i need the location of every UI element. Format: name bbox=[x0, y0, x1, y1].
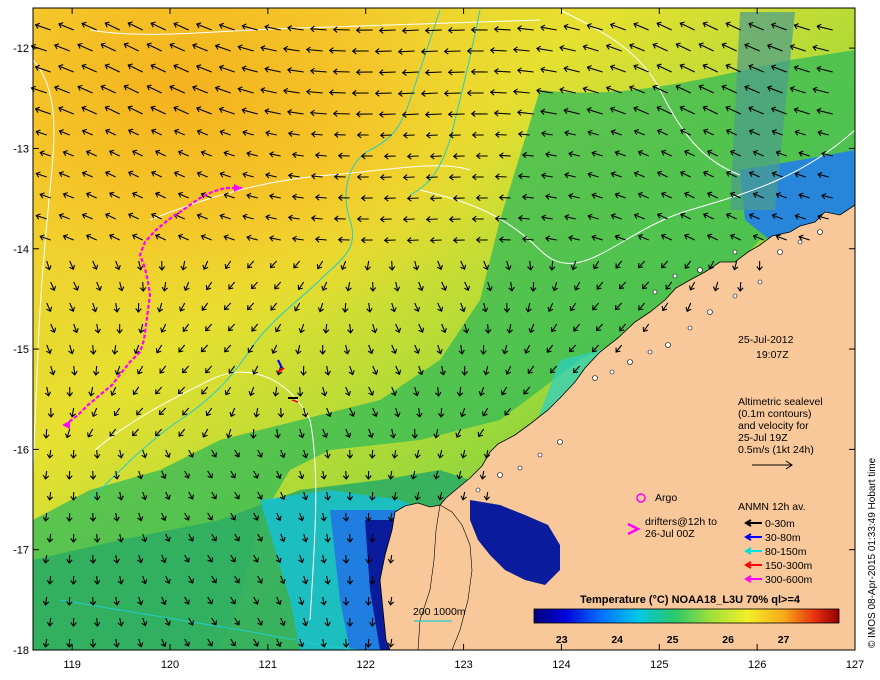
colorbar-title: Temperature (°C) NOAA18_L3U 70% ql>=4 bbox=[580, 594, 801, 606]
x-tick-label: 125 bbox=[650, 659, 668, 671]
y-tick-label: -18 bbox=[13, 645, 29, 657]
altimetry-line-4: 25-Jul 19Z bbox=[738, 432, 788, 444]
anmn-legend-label: 30-80m bbox=[765, 532, 801, 544]
y-tick-label: -14 bbox=[13, 244, 29, 256]
date-label: 25-Jul-2012 bbox=[738, 334, 794, 346]
anmn-legend-title: ANMN 12h av. bbox=[738, 501, 806, 513]
colorbar-tick-label: 24 bbox=[611, 634, 623, 646]
anmn-legend-label: 300-600m bbox=[765, 574, 813, 586]
drifter-legend-line-2: 26-Jul 00Z bbox=[645, 528, 695, 540]
altimetry-line-2: (0.1m contours) bbox=[738, 408, 812, 420]
x-tick-label: 122 bbox=[357, 659, 375, 671]
x-tick-label: 120 bbox=[161, 659, 179, 671]
colorbar-tick-label: 23 bbox=[556, 634, 568, 646]
argo-label: Argo bbox=[655, 492, 677, 504]
colorbar-tick-label: 25 bbox=[667, 634, 679, 646]
y-tick-label: -13 bbox=[13, 143, 29, 155]
anmn-legend-label: 150-300m bbox=[765, 560, 813, 572]
x-tick-label: 126 bbox=[748, 659, 766, 671]
y-tick-label: -15 bbox=[13, 344, 29, 356]
altimetry-line-3: and velocity for bbox=[738, 420, 809, 432]
credit-text: © IMOS 08-Apr-2015 01:33:49 Hobart time bbox=[867, 457, 878, 648]
altimetry-line-1: Altimetric sealevel bbox=[738, 396, 823, 408]
x-tick-label: 119 bbox=[63, 659, 81, 671]
x-tick-label: 123 bbox=[454, 659, 472, 671]
colorbar-tick-label: 26 bbox=[722, 634, 734, 646]
drifter-legend-line-1: drifters@12h to bbox=[645, 516, 717, 528]
y-tick-label: -17 bbox=[13, 545, 29, 557]
isobath-depth-label: 200 1000m bbox=[413, 606, 466, 618]
anmn-legend-label: 0-30m bbox=[765, 518, 795, 530]
colorbar bbox=[533, 608, 840, 624]
time-label: 19:07Z bbox=[756, 349, 789, 361]
colorbar-tick-label: 27 bbox=[778, 634, 790, 646]
y-tick-label: -16 bbox=[13, 444, 29, 456]
sst-map: 119 120 121 122 123 124 125 126 127 -12 -13 -14 -15… bbox=[13, 7, 878, 671]
x-tick-label: 124 bbox=[552, 659, 570, 671]
anmn-legend-label: 80-150m bbox=[765, 546, 807, 558]
x-tick-label: 127 bbox=[846, 659, 864, 671]
y-tick-label: -12 bbox=[13, 43, 29, 55]
x-tick-label: 121 bbox=[259, 659, 277, 671]
altimetry-line-5: 0.5m/s (1kt 24h) bbox=[738, 444, 814, 456]
